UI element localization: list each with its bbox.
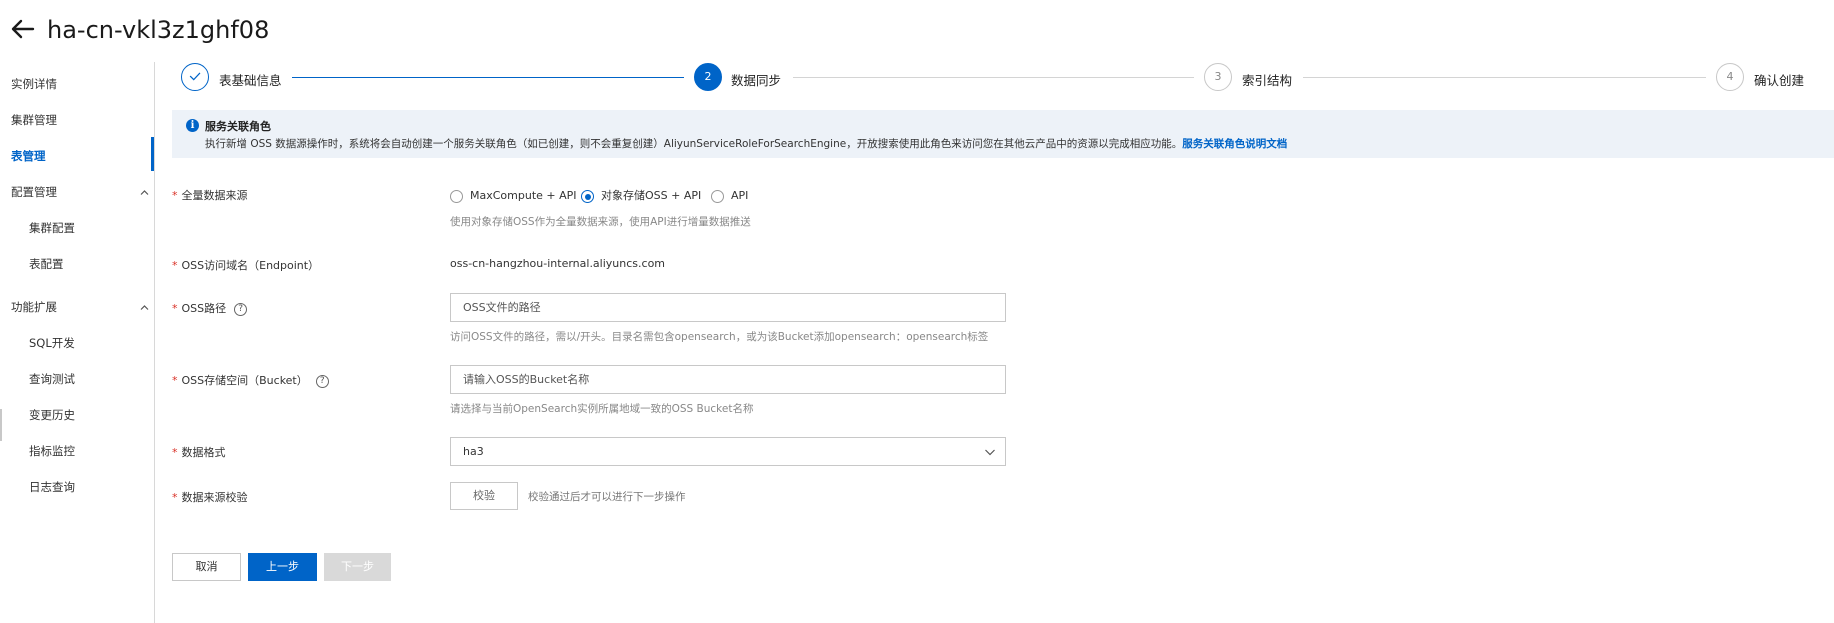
bucket-hint: 请选择与当前OpenSearch实例所属地域一致的OSS Bucket名称 [450, 403, 754, 415]
oss-path-hint: 访问OSS文件的路径，需以/开头。目录名需包含opensearch，或为该Buc… [450, 331, 989, 343]
notice-title: 服务关联角色 [205, 120, 271, 133]
radio-maxcompute[interactable]: MaxCompute + API [450, 188, 577, 204]
step-4-label: 确认创建 [1754, 73, 1805, 88]
verify-button[interactable]: 校验 [450, 482, 518, 510]
radio-circle[interactable] [711, 190, 724, 203]
verify-hint: 校验通过后才可以进行下一步操作 [528, 491, 686, 503]
cancel-button[interactable]: 取消 [172, 553, 241, 581]
verify-label: * 数据来源校验 [172, 491, 248, 504]
radio-api[interactable]: API [711, 188, 748, 204]
sidebar-item-instance-detail[interactable]: 实例详情 [11, 74, 57, 94]
step-1-label: 表基础信息 [219, 73, 282, 88]
format-select[interactable]: ha3 [450, 437, 1006, 466]
bucket-input[interactable] [450, 365, 1006, 394]
sidebar-group-config[interactable]: 配置管理 [11, 182, 149, 202]
sidebar-item-log-query[interactable]: 日志查询 [29, 477, 75, 497]
oss-path-label: * OSS路径? [172, 300, 248, 316]
step-2-label: 数据同步 [731, 73, 782, 88]
radio-circle[interactable] [450, 190, 463, 203]
sidebar-item-cluster-config[interactable]: 集群配置 [29, 218, 75, 238]
format-label: * 数据格式 [172, 446, 226, 459]
format-selected-value: ha3 [463, 445, 484, 458]
sidebar-item-query-test[interactable]: 查询测试 [29, 369, 75, 389]
step-3-number: 3 [1204, 63, 1232, 91]
endpoint-value: oss-cn-hangzhou-internal.aliyuncs.com [450, 257, 666, 270]
sidebar-item-change-history[interactable]: 变更历史 [29, 405, 75, 425]
sidebar-item-table-management[interactable]: 表管理 [11, 146, 46, 166]
step-connector [793, 77, 1194, 78]
page-title: ha-cn-vkl3z1ghf08 [47, 16, 270, 44]
prev-step-button[interactable]: 上一步 [248, 553, 317, 581]
step-2-number: 2 [694, 63, 722, 91]
help-icon[interactable]: ? [234, 302, 248, 316]
notice-text: 执行新增 OSS 数据源操作时，系统将会自动创建一个服务关联角色（如已创建，则不… [205, 138, 1183, 150]
arrow-left-icon[interactable] [10, 16, 36, 42]
active-indicator [151, 137, 154, 171]
info-icon: i [186, 119, 199, 132]
chevron-down-icon [985, 449, 995, 456]
source-label: * 全量数据来源 [172, 189, 248, 202]
service-role-doc-link[interactable]: 服务关联角色说明文档 [1182, 138, 1287, 150]
page-header: ha-cn-vkl3z1ghf08 [0, 0, 1834, 62]
sidebar-scroll-mark [0, 409, 2, 441]
radio-circle-checked[interactable] [581, 190, 594, 203]
chevron-up-icon [140, 190, 149, 195]
oss-path-input[interactable] [450, 293, 1006, 322]
step-connector [1303, 77, 1706, 78]
sidebar-group-extension[interactable]: 功能扩展 [11, 297, 149, 317]
sidebar-group-label: 功能扩展 [11, 300, 57, 314]
sidebar-item-cluster-management[interactable]: 集群管理 [11, 110, 57, 130]
service-role-notice: i 服务关联角色 执行新增 OSS 数据源操作时，系统将会自动创建一个服务关联角… [172, 110, 1834, 158]
step-connector [292, 77, 684, 78]
help-icon[interactable]: ? [315, 374, 329, 388]
sidebar-item-table-config[interactable]: 表配置 [29, 254, 64, 274]
source-hint: 使用对象存储OSS作为全量数据来源，使用API进行增量数据推送 [450, 216, 751, 228]
endpoint-label: * OSS访问域名（Endpoint） [172, 259, 320, 272]
step-1-check-icon [181, 63, 209, 91]
sidebar-item-sql-dev[interactable]: SQL开发 [29, 333, 75, 353]
sidebar-group-label: 配置管理 [11, 185, 57, 199]
radio-oss[interactable]: 对象存储OSS + API [581, 188, 701, 204]
bucket-label: * OSS存储空间（Bucket）? [172, 372, 329, 388]
notice-text-row: 执行新增 OSS 数据源操作时，系统将会自动创建一个服务关联角色（如已创建，则不… [205, 136, 1287, 151]
step-4-number: 4 [1716, 63, 1744, 91]
chevron-up-icon [140, 305, 149, 310]
sidebar-item-metrics[interactable]: 指标监控 [29, 441, 75, 461]
sidebar: 实例详情 集群管理 表管理 配置管理 集群配置 表配置 功能扩展 SQL开发 查… [0, 62, 155, 623]
next-step-button[interactable]: 下一步 [324, 553, 391, 581]
step-3-label: 索引结构 [1242, 73, 1293, 88]
